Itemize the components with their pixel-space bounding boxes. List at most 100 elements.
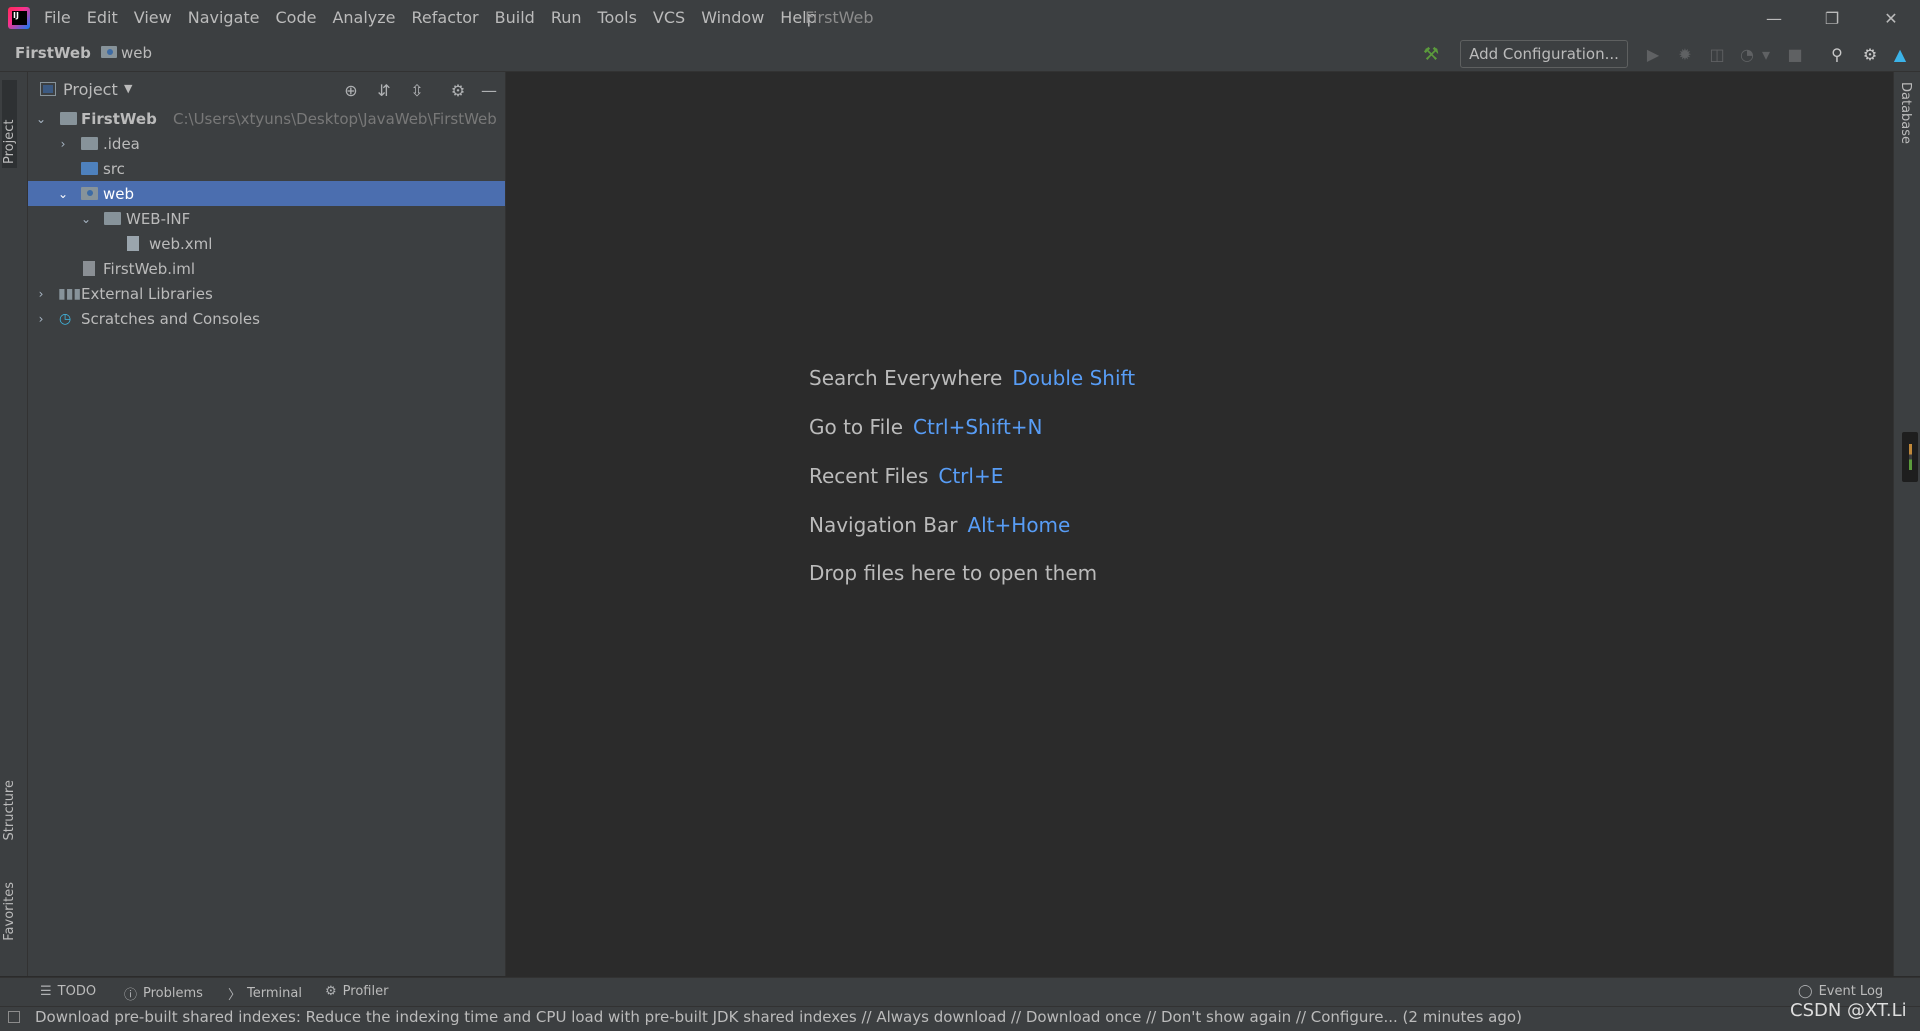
profile-icon[interactable]: ◔ <box>1737 44 1757 64</box>
hint-navigation-bar: Navigation Bar Alt+Home <box>809 513 1070 537</box>
menu-file[interactable]: File <box>36 0 79 36</box>
hint-label: Navigation Bar <box>809 513 958 537</box>
menu-code[interactable]: Code <box>268 0 325 36</box>
restore-button[interactable]: ❐ <box>1803 0 1861 36</box>
tree-row[interactable]: ⌄ FirstWeb C:\Users\xtyuns\Desktop\JavaW… <box>28 106 505 131</box>
tree-row[interactable]: web.xml <box>28 231 505 256</box>
tab-label: Profiler <box>342 984 389 999</box>
chevron-down-icon[interactable]: ▾ <box>1760 44 1772 64</box>
xml-file-icon <box>127 236 139 251</box>
hint-go-to-file: Go to File Ctrl+Shift+N <box>809 415 1043 439</box>
tab-label: Problems <box>143 986 203 1001</box>
menu-analyze[interactable]: Analyze <box>324 0 403 36</box>
intellij-logo-icon: IJ <box>8 7 30 29</box>
coverage-icon[interactable]: ◫ <box>1707 44 1727 64</box>
iml-file-icon <box>83 261 95 276</box>
menu-view[interactable]: View <box>126 0 180 36</box>
hint-recent-files: Recent Files Ctrl+E <box>809 464 1003 488</box>
tree-row[interactable]: › .idea <box>28 131 505 156</box>
terminal-icon: 〉 <box>228 988 242 1003</box>
tool-tab-terminal[interactable]: 〉 Terminal <box>228 984 302 1003</box>
menu-navigate[interactable]: Navigate <box>180 0 268 36</box>
left-tool-strip: Project Structure Favorites <box>0 72 28 976</box>
chevron-down-icon[interactable]: ⌄ <box>35 112 47 126</box>
stop-icon[interactable]: ■ <box>1785 44 1805 64</box>
gear-icon[interactable]: ⚙ <box>447 79 469 101</box>
hide-panel-icon[interactable]: — <box>478 79 500 101</box>
tool-tab-profiler[interactable]: ⚙ Profiler <box>325 984 388 999</box>
menu-refactor[interactable]: Refactor <box>404 0 487 36</box>
menu-tools[interactable]: Tools <box>590 0 645 36</box>
watermark: CSDN @XT.Li <box>1790 1000 1907 1021</box>
expand-all-icon[interactable]: ⇵ <box>373 79 395 101</box>
tab-label: Event Log <box>1818 984 1884 999</box>
tree-label: src <box>103 159 125 178</box>
tree-row[interactable]: ⌄ web <box>28 181 505 206</box>
web-folder-icon <box>81 187 98 200</box>
tree-row[interactable]: › ▮▮▮ External Libraries <box>28 281 505 306</box>
menu-window[interactable]: Window <box>693 0 772 36</box>
menu-run[interactable]: Run <box>543 0 590 36</box>
search-icon[interactable]: ⚲ <box>1827 44 1847 64</box>
tool-tab-database[interactable]: Database <box>1898 82 1913 144</box>
tab-label: Terminal <box>247 986 302 1001</box>
tree-label: WEB-INF <box>126 209 191 228</box>
toggle-tool-windows-icon[interactable] <box>8 1011 20 1023</box>
folder-icon <box>81 137 98 150</box>
tool-tab-problems[interactable]: ⓘ Problems <box>124 984 203 1003</box>
chevron-down-icon[interactable]: ⌄ <box>57 187 69 201</box>
run-icon[interactable]: ▶ <box>1643 44 1663 64</box>
source-folder-icon <box>81 162 98 175</box>
hint-search-everywhere: Search Everywhere Double Shift <box>809 366 1135 390</box>
tree-row[interactable]: ⌄ WEB-INF <box>28 206 505 231</box>
debug-icon[interactable]: ✹ <box>1675 44 1695 64</box>
menu-build[interactable]: Build <box>487 0 543 36</box>
code-with-me-icon[interactable]: ▲ <box>1890 44 1910 64</box>
chevron-right-icon[interactable]: › <box>35 312 47 326</box>
hint-shortcut: Double Shift <box>1012 366 1136 390</box>
minimize-button[interactable]: — <box>1745 0 1803 36</box>
chevron-right-icon[interactable]: › <box>35 287 47 301</box>
navigation-bar <box>0 36 1920 72</box>
menu-vcs[interactable]: VCS <box>645 0 693 36</box>
chevron-down-icon[interactable]: ▼ <box>124 82 132 95</box>
chevron-down-icon[interactable]: ⌄ <box>80 212 92 226</box>
tree-label: FirstWeb <box>81 109 157 128</box>
status-message[interactable]: Download pre-built shared indexes: Reduc… <box>35 1008 1522 1026</box>
breadcrumb-folder[interactable]: web <box>121 44 152 62</box>
chevron-right-icon[interactable]: › <box>57 137 69 151</box>
hint-label: Search Everywhere <box>809 366 1003 390</box>
tree-label: web <box>103 184 135 203</box>
list-icon: ☰ <box>40 984 52 999</box>
hint-label: Drop files here to open them <box>809 561 1098 585</box>
hint-label: Go to File <box>809 415 903 439</box>
tree-label: web.xml <box>149 234 213 253</box>
tree-label: FirstWeb.iml <box>103 259 195 278</box>
tree-row[interactable]: src <box>28 156 505 181</box>
tool-tab-todo[interactable]: ☰ TODO <box>40 984 96 999</box>
hint-label: Recent Files <box>809 464 929 488</box>
tool-tab-structure[interactable]: Structure <box>2 780 17 840</box>
collapse-all-icon[interactable]: ⇳ <box>406 79 428 101</box>
hint-shortcut: Alt+Home <box>967 513 1071 537</box>
project-panel-title[interactable]: Project <box>63 80 118 99</box>
tree-row[interactable]: › ◷ Scratches and Consoles <box>28 306 505 331</box>
breadcrumb-project[interactable]: FirstWeb <box>15 44 91 62</box>
locate-icon[interactable]: ⊕ <box>340 79 362 101</box>
right-tool-strip: Database <box>1893 72 1920 976</box>
menu-edit[interactable]: Edit <box>79 0 126 36</box>
tree-label: .idea <box>103 134 140 153</box>
hint-drop-files: Drop files here to open them <box>809 561 1097 585</box>
editor-area[interactable] <box>506 72 1892 976</box>
event-log-button[interactable]: ◯ Event Log <box>1798 984 1883 999</box>
settings-icon[interactable]: ⚙ <box>1860 44 1880 64</box>
menu-bar: File Edit View Navigate Code Analyze Ref… <box>36 0 825 36</box>
tool-tab-project[interactable]: Project <box>2 80 17 168</box>
tree-row[interactable]: FirstWeb.iml <box>28 256 505 281</box>
close-button[interactable]: ✕ <box>1862 0 1920 36</box>
tool-tab-favorites[interactable]: Favorites <box>2 882 17 941</box>
add-configuration-button[interactable]: Add Configuration... <box>1460 40 1628 68</box>
hint-shortcut: Ctrl+E <box>938 464 1004 488</box>
inspection-widget[interactable] <box>1902 432 1918 482</box>
build-hammer-icon[interactable]: ⚒ <box>1423 44 1443 65</box>
